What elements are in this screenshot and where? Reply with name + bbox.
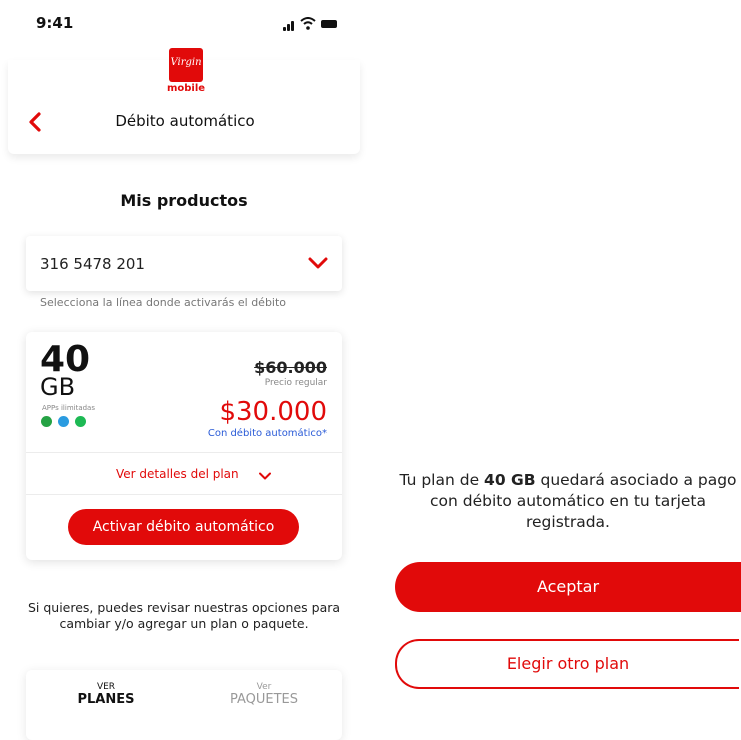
tabs-card: VER PLANES Ver PAQUETES	[26, 670, 342, 740]
discount-price-label: Con débito automático*	[207, 428, 327, 439]
tab-paquetes-label: PAQUETES	[229, 692, 299, 707]
info-text: Si quieres, puedes revisar nuestras opci…	[27, 600, 341, 631]
virgin-mobile-logo: Virgin mobile	[166, 48, 206, 100]
regular-price: $60.000	[254, 358, 327, 377]
tab-planes-small: VER	[96, 682, 116, 692]
status-time: 9:41	[36, 14, 74, 32]
battery-icon	[321, 20, 337, 28]
line-select-dropdown[interactable]: 316 5478 201	[26, 236, 342, 291]
tab-planes[interactable]: VER PLANES	[46, 682, 166, 707]
activate-debit-button[interactable]: Activar débito automático	[68, 509, 299, 545]
apps-label: APPs ilimitadas	[42, 404, 95, 412]
plan-card: 40 GB APPs ilimitadas $60.000 Precio reg…	[26, 332, 342, 560]
tab-paquetes-small: Ver	[256, 682, 272, 692]
chevron-down-icon	[308, 257, 328, 269]
wifi-icon	[300, 17, 316, 30]
tab-planes-label: PLANES	[77, 692, 135, 707]
confirm-text-before: Tu plan de	[399, 471, 485, 489]
confirm-message: Tu plan de 40 GB quedará asociado a pago…	[395, 470, 741, 533]
telegram-icon	[58, 416, 69, 427]
page-title: Débito automático	[115, 112, 255, 130]
logo-text: Virgin	[170, 57, 202, 68]
divider	[26, 494, 342, 495]
line-select-hint: Selecciona la línea donde activarás el d…	[40, 296, 287, 309]
selected-line: 316 5478 201	[40, 255, 145, 273]
logo-sub: mobile	[166, 83, 206, 94]
whatsapp-icon	[41, 416, 52, 427]
accept-button[interactable]: Aceptar	[395, 562, 741, 612]
discount-price: $30.000	[219, 397, 327, 427]
section-title: Mis productos	[120, 191, 248, 210]
status-icons	[283, 17, 343, 31]
regular-price-label: Precio regular	[264, 378, 327, 388]
spotify-icon	[75, 416, 86, 427]
tab-paquetes[interactable]: Ver PAQUETES	[204, 682, 324, 707]
confirm-text-bold: 40 GB	[484, 471, 536, 489]
back-arrow-icon[interactable]	[26, 110, 46, 134]
choose-other-plan-button[interactable]: Elegir otro plan	[395, 639, 739, 689]
plan-gb-unit: GB	[40, 373, 76, 401]
plan-details-link[interactable]: Ver detalles del plan	[116, 467, 239, 481]
chevron-down-icon[interactable]	[259, 472, 271, 480]
divider	[26, 452, 342, 453]
